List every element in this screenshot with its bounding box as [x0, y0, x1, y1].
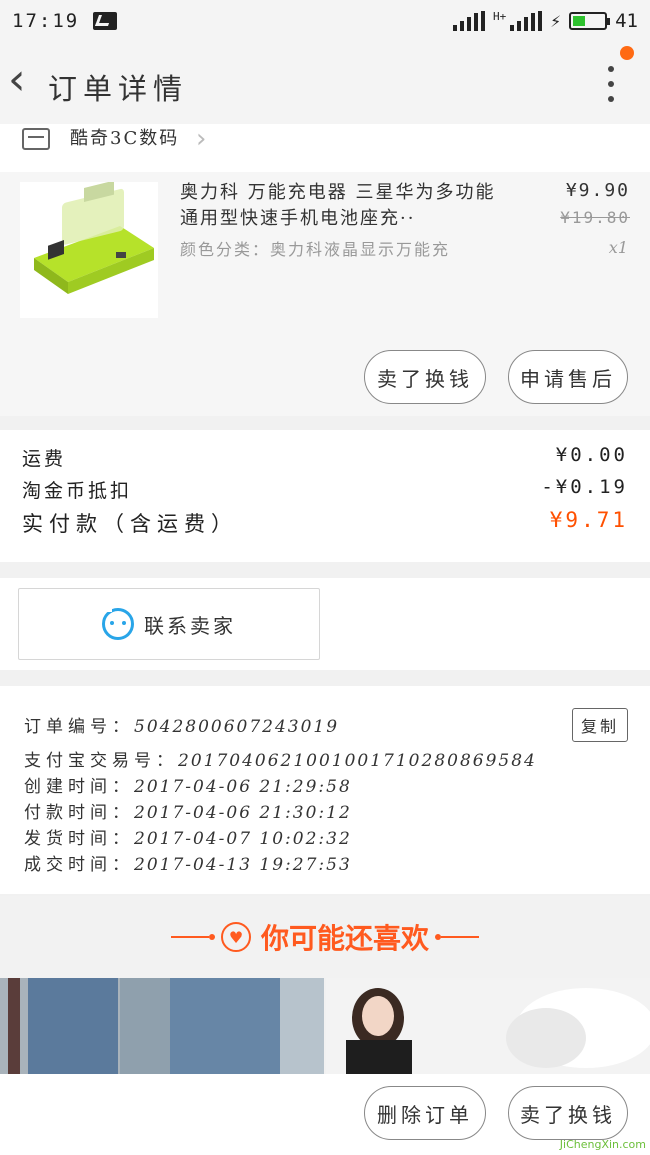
- divider-dot: [208, 934, 215, 940]
- completed-time-line: 成交时间：2017-04-13 19:27:53: [24, 850, 352, 875]
- notification-dot: [620, 46, 634, 60]
- paid-time-line: 付款时间：2017-04-06 21:30:12: [24, 798, 352, 823]
- product-original-price: ¥19.80: [560, 208, 630, 227]
- delete-order-button[interactable]: 删除订单: [364, 1086, 486, 1140]
- order-info: 复制 订单编号：5042800607243019 支付宝交易号：20170406…: [0, 686, 650, 894]
- info-value: 2017-04-06 21:30:12: [134, 803, 352, 823]
- after-sales-button[interactable]: 申请售后: [508, 350, 628, 404]
- info-key: 支付宝交易号：: [24, 751, 178, 771]
- product-price: ¥9.90: [565, 180, 630, 201]
- info-key: 付款时间：: [24, 803, 134, 823]
- resell-button[interactable]: 卖了换钱: [364, 350, 486, 404]
- info-value: 5042800607243019: [134, 717, 340, 737]
- status-indicators: H+ ⚡ 41: [453, 10, 638, 33]
- contact-seller-label: 联系卖家: [144, 613, 236, 638]
- resell-button-bottom[interactable]: 卖了换钱: [508, 1086, 628, 1140]
- battery-level: 41: [615, 10, 638, 32]
- fee-label: 实付款（含运费）: [22, 512, 238, 536]
- chat-icon: [102, 606, 134, 640]
- product-quantity: x1: [608, 238, 628, 257]
- status-time: 17:19: [12, 10, 80, 32]
- info-value: 2017-04-13 19:27:53: [134, 855, 352, 875]
- created-time-line: 创建时间：2017-04-06 21:29:58: [24, 772, 352, 797]
- battery-fill: [573, 16, 586, 26]
- network-type: H+: [493, 9, 507, 23]
- info-key: 发货时间：: [24, 829, 134, 849]
- chevron-right-icon: ›: [196, 124, 207, 154]
- info-key: 成交时间：: [24, 855, 134, 875]
- fee-row-shipping: 运费 ¥0.00: [22, 444, 628, 471]
- contact-seller-button[interactable]: 联系卖家: [18, 588, 320, 660]
- product-item[interactable]: 奥力科 万能充电器 三星华为多功能通用型快速手机电池座充·· 颜色分类：奥力科液…: [0, 172, 650, 416]
- alipay-trade-line: 支付宝交易号：2017040621001001710280869584: [24, 746, 537, 771]
- total-paid-value: ¥9.71: [549, 508, 628, 532]
- shipped-time-line: 发货时间：2017-04-07 10:02:32: [24, 824, 352, 849]
- recommended-product-image[interactable]: [326, 978, 650, 1074]
- recommended-product-image[interactable]: [0, 978, 324, 1074]
- signal-icon: [453, 11, 486, 31]
- bottom-action-bar: 删除订单 卖了换钱 JiChengXin.com: [0, 1074, 650, 1155]
- info-value: 2017-04-06 21:29:58: [134, 777, 352, 797]
- fee-label: 运费: [22, 448, 67, 470]
- info-key: 创建时间：: [24, 777, 134, 797]
- signal-icon-2: [510, 11, 543, 31]
- shop-name: 酷奇3C数码: [70, 128, 180, 149]
- divider-line: [170, 936, 209, 938]
- nav-bar: ‹ 订单详情: [0, 42, 650, 124]
- charging-icon: ⚡: [550, 10, 562, 32]
- back-arrow-icon[interactable]: ‹: [8, 58, 38, 102]
- fee-summary: 运费 ¥0.00 淘金币抵扣 -¥0.19 实付款（含运费） ¥9.71: [0, 430, 650, 562]
- contact-section: 联系卖家: [0, 578, 650, 670]
- status-bar: 17:19 H+ ⚡ 41: [0, 0, 650, 42]
- copy-button[interactable]: 复制: [572, 708, 628, 742]
- shop-icon: [22, 128, 50, 150]
- info-key: 订单编号：: [24, 717, 134, 737]
- more-menu-icon[interactable]: [606, 66, 616, 102]
- info-value: 2017-04-07 10:02:32: [134, 829, 352, 849]
- fee-value: -¥0.19: [541, 476, 628, 498]
- product-sku: 颜色分类：奥力科液晶显示万能充: [180, 240, 451, 259]
- fee-value: ¥0.00: [555, 444, 628, 466]
- fee-row-total: 实付款（含运费） ¥9.71: [22, 508, 628, 538]
- info-value: 2017040621001001710280869584: [178, 751, 537, 771]
- watermark: JiChengXin.com: [559, 1138, 646, 1151]
- shop-row[interactable]: 酷奇3C数码 ›: [0, 124, 650, 172]
- order-number-line: 订单编号：5042800607243019: [24, 712, 339, 737]
- fee-row-coin-deduction: 淘金币抵扣 -¥0.19: [22, 476, 628, 503]
- page-title: 订单详情: [48, 72, 189, 106]
- fee-label: 淘金币抵扣: [22, 480, 133, 502]
- heart-icon: ♥: [220, 922, 251, 952]
- battery-icon: [569, 12, 611, 30]
- recommend-header: ♥ 你可能还喜欢: [0, 896, 650, 978]
- divider-line: [441, 936, 479, 938]
- product-title[interactable]: 奥力科 万能充电器 三星华为多功能通用型快速手机电池座充··: [180, 180, 510, 232]
- product-image[interactable]: [20, 182, 158, 318]
- recommend-title: 你可能还喜欢: [260, 922, 429, 955]
- message-notification-icon: [93, 12, 118, 30]
